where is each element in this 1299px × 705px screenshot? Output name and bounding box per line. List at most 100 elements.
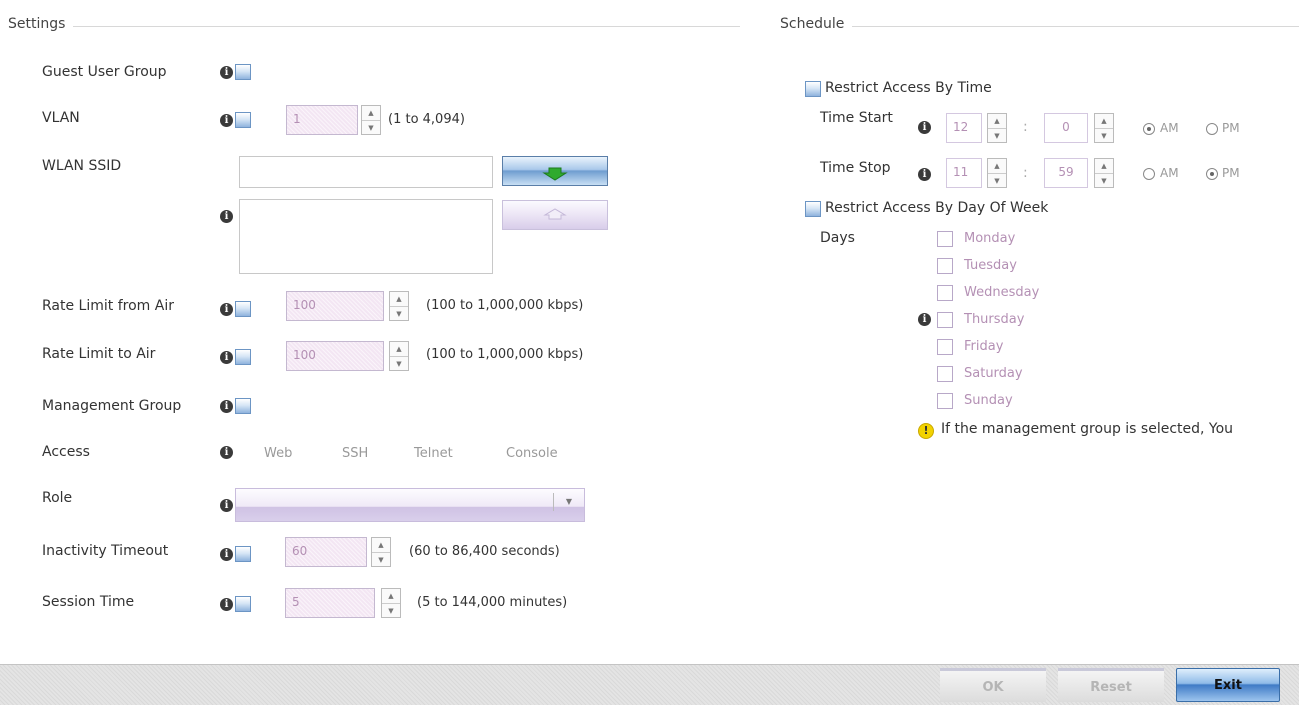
- time-stop-label: Time Stop: [820, 160, 891, 176]
- wlan-ssid-info-icon[interactable]: i: [220, 210, 233, 223]
- days-info-icon[interactable]: i: [918, 313, 931, 326]
- time-stop-pm-radio[interactable]: [1206, 168, 1218, 180]
- day-checkbox-tuesday[interactable]: [937, 258, 953, 274]
- reset-button[interactable]: Reset: [1058, 668, 1164, 702]
- day-checkbox-sunday[interactable]: [937, 393, 953, 409]
- vlan-label: VLAN: [42, 110, 80, 126]
- time-stop-colon: :: [1023, 165, 1028, 181]
- restrict-by-day-checkbox[interactable]: [805, 201, 821, 217]
- wlan-ssid-list[interactable]: [239, 199, 493, 274]
- spin-up-icon[interactable]: ▲: [362, 106, 380, 120]
- day-checkbox-wednesday[interactable]: [937, 285, 953, 301]
- inactivity-timeout-checkbox[interactable]: [235, 546, 251, 562]
- guest-user-group-checkbox[interactable]: [235, 64, 251, 80]
- spin-down-icon[interactable]: ▼: [390, 356, 408, 371]
- time-stop-minute-spinner[interactable]: ▲ ▼: [1094, 158, 1114, 188]
- access-option-ssh[interactable]: SSH: [342, 446, 368, 461]
- day-label-friday: Friday: [964, 339, 1004, 354]
- day-checkbox-friday[interactable]: [937, 339, 953, 355]
- spin-down-icon[interactable]: ▼: [988, 173, 1006, 188]
- access-option-console[interactable]: Console: [506, 446, 558, 461]
- vlan-spinner[interactable]: ▲ ▼: [361, 105, 381, 135]
- rate-limit-from-air-checkbox[interactable]: [235, 301, 251, 317]
- chevron-down-icon[interactable]: ▼: [553, 493, 584, 511]
- time-start-pm-radio[interactable]: [1206, 123, 1218, 135]
- remove-ssid-button[interactable]: [502, 200, 608, 230]
- spin-down-icon[interactable]: ▼: [382, 603, 400, 618]
- day-label-monday: Monday: [964, 231, 1016, 246]
- role-label: Role: [42, 490, 73, 506]
- session-time-input[interactable]: 5: [285, 588, 375, 618]
- management-group-info-icon[interactable]: i: [220, 400, 233, 413]
- spin-down-icon[interactable]: ▼: [390, 306, 408, 321]
- time-start-info-icon[interactable]: i: [918, 121, 931, 134]
- ok-button[interactable]: OK: [940, 668, 1046, 702]
- time-start-hour-input[interactable]: 12: [946, 113, 982, 143]
- role-info-icon[interactable]: i: [220, 499, 233, 512]
- inactivity-timeout-info-icon[interactable]: i: [220, 548, 233, 561]
- restrict-by-time-checkbox[interactable]: [805, 81, 821, 97]
- time-stop-am-radio[interactable]: [1143, 168, 1155, 180]
- day-label-wednesday: Wednesday: [964, 285, 1040, 300]
- management-group-checkbox[interactable]: [235, 398, 251, 414]
- wlan-ssid-input[interactable]: [239, 156, 493, 188]
- spin-down-icon[interactable]: ▼: [1095, 173, 1113, 188]
- day-checkbox-saturday[interactable]: [937, 366, 953, 382]
- spin-up-icon[interactable]: ▲: [1095, 114, 1113, 128]
- time-stop-pm-label: PM: [1222, 166, 1240, 180]
- spin-up-icon[interactable]: ▲: [390, 292, 408, 306]
- time-start-minute-input[interactable]: 0: [1044, 113, 1088, 143]
- guest-user-group-info-icon[interactable]: i: [220, 66, 233, 79]
- vlan-info-icon[interactable]: i: [220, 114, 233, 127]
- settings-divider: [20, 26, 740, 27]
- time-start-am-radio[interactable]: [1143, 123, 1155, 135]
- rate-limit-from-air-spinner[interactable]: ▲ ▼: [389, 291, 409, 321]
- rate-limit-to-air-spinner[interactable]: ▲ ▼: [389, 341, 409, 371]
- restrict-by-day-label: Restrict Access By Day Of Week: [825, 200, 1049, 216]
- time-start-minute-spinner[interactable]: ▲ ▼: [1094, 113, 1114, 143]
- spin-down-icon[interactable]: ▼: [1095, 128, 1113, 143]
- session-time-checkbox[interactable]: [235, 596, 251, 612]
- spin-up-icon[interactable]: ▲: [988, 114, 1006, 128]
- time-stop-minute-input[interactable]: 59: [1044, 158, 1088, 188]
- spin-up-icon[interactable]: ▲: [382, 589, 400, 603]
- spin-down-icon[interactable]: ▼: [988, 128, 1006, 143]
- rate-limit-to-air-input[interactable]: 100: [286, 341, 384, 371]
- inactivity-timeout-hint: (60 to 86,400 seconds): [409, 544, 560, 559]
- time-start-hour-spinner[interactable]: ▲ ▼: [987, 113, 1007, 143]
- spin-up-icon[interactable]: ▲: [1095, 159, 1113, 173]
- vlan-input[interactable]: 1: [286, 105, 358, 135]
- access-info-icon[interactable]: i: [220, 446, 233, 459]
- rate-limit-to-air-hint: (100 to 1,000,000 kbps): [426, 347, 584, 362]
- add-ssid-button[interactable]: [502, 156, 608, 186]
- spin-up-icon[interactable]: ▲: [372, 538, 390, 552]
- spin-up-icon[interactable]: ▲: [988, 159, 1006, 173]
- day-label-thursday: Thursday: [964, 312, 1025, 327]
- access-option-web[interactable]: Web: [264, 446, 292, 461]
- access-option-telnet[interactable]: Telnet: [414, 446, 453, 461]
- wlan-ssid-label: WLAN SSID: [42, 158, 122, 174]
- rate-limit-from-air-input[interactable]: 100: [286, 291, 384, 321]
- time-stop-hour-input[interactable]: 11: [946, 158, 982, 188]
- rate-limit-to-air-checkbox[interactable]: [235, 349, 251, 365]
- warning-icon: !: [918, 423, 934, 439]
- spin-down-icon[interactable]: ▼: [372, 552, 390, 567]
- rate-limit-from-air-info-icon[interactable]: i: [220, 303, 233, 316]
- spin-up-icon[interactable]: ▲: [390, 342, 408, 356]
- spin-down-icon[interactable]: ▼: [362, 120, 380, 135]
- inactivity-timeout-input[interactable]: 60: [285, 537, 367, 567]
- role-select[interactable]: ▼: [235, 488, 585, 522]
- vlan-checkbox[interactable]: [235, 112, 251, 128]
- day-label-tuesday: Tuesday: [964, 258, 1017, 273]
- session-time-spinner[interactable]: ▲ ▼: [381, 588, 401, 618]
- day-checkbox-monday[interactable]: [937, 231, 953, 247]
- days-label: Days: [820, 230, 855, 246]
- inactivity-timeout-spinner[interactable]: ▲ ▼: [371, 537, 391, 567]
- time-stop-info-icon[interactable]: i: [918, 168, 931, 181]
- session-time-info-icon[interactable]: i: [220, 598, 233, 611]
- rate-limit-to-air-info-icon[interactable]: i: [220, 351, 233, 364]
- schedule-section-title: Schedule: [780, 16, 853, 32]
- exit-button[interactable]: Exit: [1176, 668, 1280, 702]
- day-checkbox-thursday[interactable]: [937, 312, 953, 328]
- time-stop-hour-spinner[interactable]: ▲ ▼: [987, 158, 1007, 188]
